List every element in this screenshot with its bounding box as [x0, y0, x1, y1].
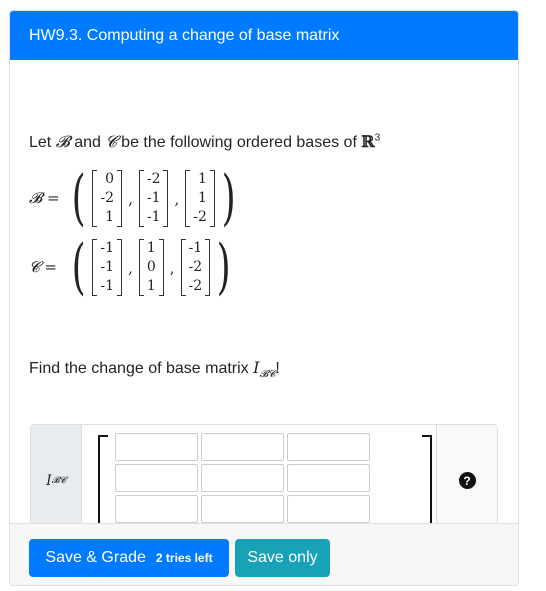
save-grade-button[interactable]: Save & Grade 2 tries left: [29, 539, 229, 577]
right-bracket-icon: [422, 435, 432, 531]
matrix-cell-1-2[interactable]: [201, 433, 284, 461]
basis-b-label: 𝓑 =: [29, 189, 60, 207]
matrix-cell-1-1[interactable]: [115, 433, 198, 461]
question-card: HW9.3. Computing a change of base matrix…: [9, 10, 519, 586]
basis-b-vector-3: 1 1 -2: [185, 169, 215, 227]
matrix-grid: [115, 432, 370, 525]
question-body: Let 𝓑 and 𝓒 be the following ordered bas…: [10, 60, 518, 537]
question-intro: Let 𝓑 and 𝓒 be the following ordered bas…: [29, 132, 381, 151]
question-prompt: Find the change of base matrix I𝓑𝓒!: [29, 358, 280, 381]
left-bracket-icon: [98, 435, 108, 531]
matrix-cell-2-3[interactable]: [287, 464, 370, 492]
matrix-cell-3-3[interactable]: [287, 495, 370, 523]
answer-input-group: I 𝓑𝓒 ?: [30, 424, 498, 537]
basis-c-label: 𝓒 =: [29, 258, 57, 276]
matrix-cell-2-2[interactable]: [201, 464, 284, 492]
basis-c-vector-1: -1 -1 -1: [92, 238, 123, 296]
question-header: HW9.3. Computing a change of base matrix: [10, 11, 518, 60]
right-paren-icon: ): [216, 232, 231, 302]
matrix-cell-1-3[interactable]: [287, 433, 370, 461]
matrix-cell-3-1[interactable]: [115, 495, 198, 523]
question-footer: Save & Grade 2 tries left Save only: [10, 523, 518, 585]
left-paren-icon: (: [71, 232, 86, 302]
basis-b-vector-1: 0 -2 1: [92, 169, 123, 227]
answer-label: I 𝓑𝓒: [31, 425, 82, 536]
left-paren-icon: (: [71, 163, 86, 233]
question-circle-icon[interactable]: ?: [458, 472, 476, 489]
save-only-button[interactable]: Save only: [235, 539, 330, 577]
basis-b-vector-2: -2 -1 -1: [138, 169, 169, 227]
question-title: HW9.3. Computing a change of base matrix: [29, 26, 340, 44]
basis-c: 𝓒 = ( -1 -1 -1 , 101 , -1 -2 -2 ): [29, 232, 231, 302]
right-paren-icon: ): [221, 163, 236, 233]
tries-left-badge: 2 tries left: [155, 551, 213, 565]
matrix-cell-2-1[interactable]: [115, 464, 198, 492]
help-area: ?: [436, 425, 497, 536]
basis-c-vector-3: -1 -2 -2: [180, 238, 211, 296]
basis-c-vector-2: 101: [138, 238, 164, 296]
answer-matrix: [82, 425, 436, 536]
basis-b: 𝓑 = ( 0 -2 1 , -2 -1 -1 , 1 1 -2 ): [29, 163, 236, 233]
matrix-cell-3-2[interactable]: [201, 495, 284, 523]
